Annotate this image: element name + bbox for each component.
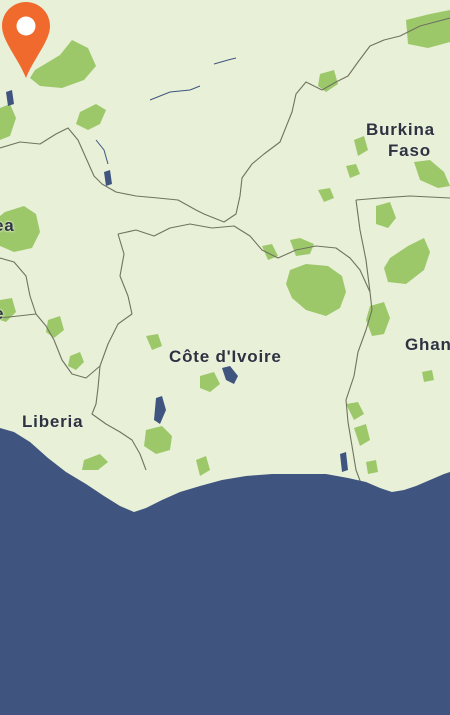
- country-label-burkina-faso: Burkina Faso: [366, 119, 450, 161]
- location-pin-icon[interactable]: [0, 0, 52, 80]
- country-label-ghana: Ghan: [405, 335, 450, 354]
- country-label-cote-divoire: Côte d'Ivoire: [169, 347, 282, 366]
- map-view[interactable]: Burkina Faso Côte d'Ivoire Liberia Ghan …: [0, 0, 450, 715]
- country-label-guinea: ea: [0, 216, 15, 235]
- country-label-line: Faso: [388, 141, 431, 160]
- country-label-liberia: Liberia: [22, 412, 84, 431]
- country-label-line: Burkina: [366, 120, 435, 139]
- pin-body: [2, 2, 50, 78]
- pin-hole: [16, 16, 36, 36]
- forest-patch: [422, 370, 434, 382]
- country-label-sierra-leone: e: [0, 303, 4, 324]
- forest-patch: [366, 460, 378, 474]
